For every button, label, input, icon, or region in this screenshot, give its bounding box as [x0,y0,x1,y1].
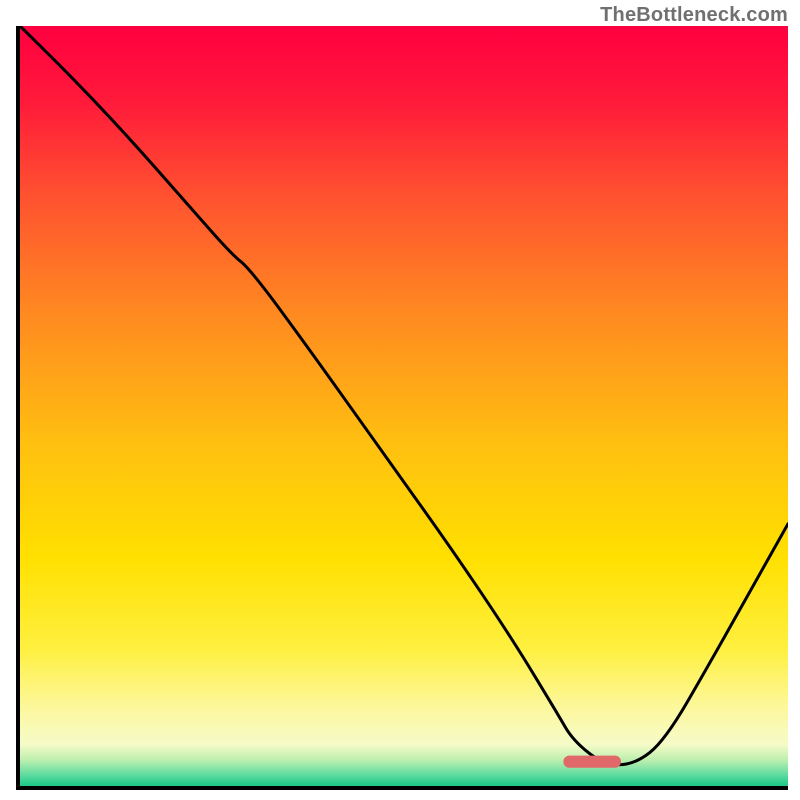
chart-frame: TheBottleneck.com [0,0,800,800]
optimal-marker [20,26,788,786]
plot-area [16,26,788,790]
watermark-text: TheBottleneck.com [600,4,788,27]
